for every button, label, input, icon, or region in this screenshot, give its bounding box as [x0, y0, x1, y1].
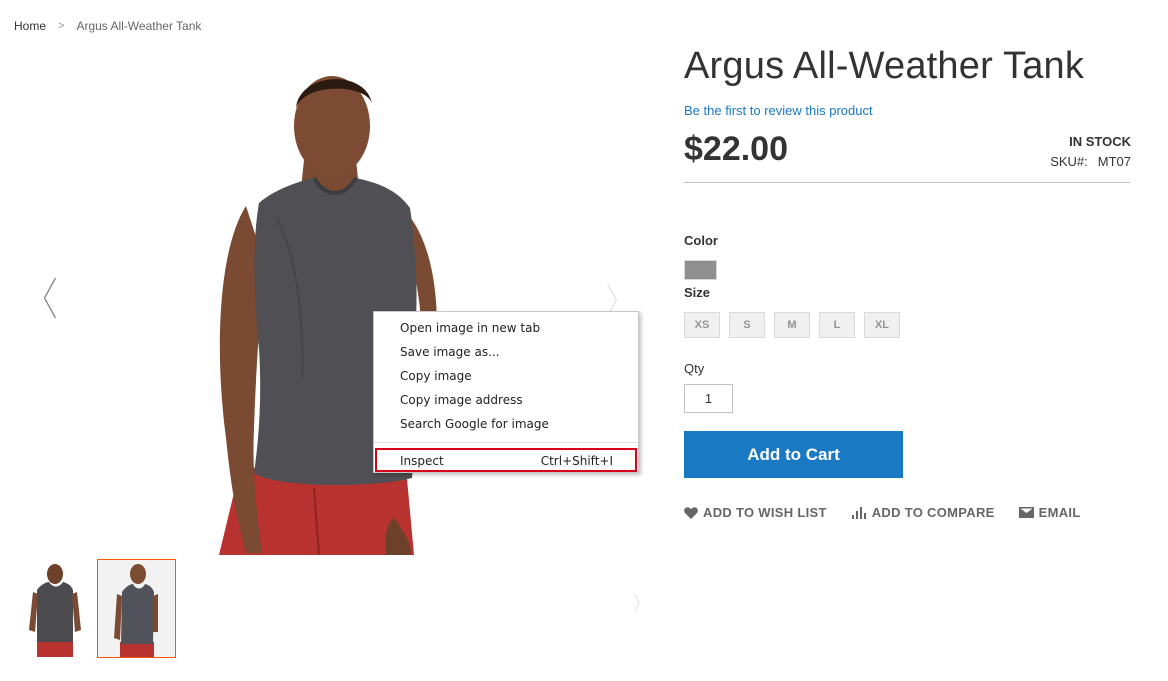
- size-option-m[interactable]: M: [774, 312, 810, 338]
- compare-label: ADD TO COMPARE: [871, 505, 995, 520]
- email-link[interactable]: EMAIL: [1018, 505, 1081, 520]
- thumbnail-1[interactable]: [14, 559, 93, 658]
- product-gallery: [14, 48, 654, 558]
- chevron-right-icon: [634, 594, 640, 612]
- thumbnail-2[interactable]: [97, 559, 176, 658]
- context-menu-item[interactable]: Search Google for image: [374, 412, 638, 436]
- context-menu-item[interactable]: Copy image address: [374, 388, 638, 412]
- size-option-l[interactable]: L: [819, 312, 855, 338]
- breadcrumb-home-link[interactable]: Home: [14, 19, 46, 33]
- product-main-image[interactable]: [14, 48, 654, 555]
- product-actions: ADD TO WISH LIST ADD TO COMPARE EMAIL: [684, 505, 1081, 520]
- context-menu-inspect[interactable]: Inspect Ctrl+Shift+I: [375, 448, 637, 472]
- wishlist-label: ADD TO WISH LIST: [703, 505, 827, 520]
- browser-context-menu: Open image in new tab Save image as... C…: [373, 311, 639, 473]
- model-in-tank-image[interactable]: [14, 48, 654, 555]
- context-menu-item-label: Save image as...: [400, 345, 500, 359]
- context-menu-inspect-shortcut: Ctrl+Shift+I: [540, 454, 613, 468]
- thumbnail-image: [98, 560, 175, 657]
- context-menu-item-label: Copy image address: [400, 393, 523, 407]
- thumbnail-image: [29, 564, 81, 657]
- qty-input[interactable]: 1: [684, 384, 733, 413]
- product-price: $22.00: [684, 130, 788, 168]
- heart-icon: [684, 506, 698, 519]
- stock-status: IN STOCK: [1069, 134, 1131, 149]
- context-menu-item-label: Open image in new tab: [400, 321, 541, 335]
- qty-label: Qty: [684, 361, 705, 376]
- context-menu-item[interactable]: Save image as...: [374, 340, 638, 364]
- context-menu-inspect-label: Inspect: [400, 454, 444, 468]
- bar-chart-icon: [851, 506, 866, 519]
- breadcrumb-separator: >: [58, 20, 65, 32]
- size-options: XS S M L XL: [684, 312, 900, 338]
- gallery-prev-button[interactable]: [43, 276, 56, 328]
- size-option-xl[interactable]: XL: [864, 312, 900, 338]
- email-label: EMAIL: [1038, 505, 1081, 520]
- breadcrumb: Home > Argus All-Weather Tank: [14, 19, 201, 33]
- review-link[interactable]: Be the first to review this product: [684, 103, 873, 118]
- add-to-cart-button[interactable]: Add to Cart: [684, 431, 903, 478]
- context-menu-separator: [374, 442, 638, 443]
- color-swatch-gray[interactable]: [684, 260, 717, 280]
- add-to-wishlist-link[interactable]: ADD TO WISH LIST: [684, 505, 827, 520]
- gallery-thumbnails: [14, 559, 176, 658]
- size-label: Size: [684, 285, 711, 300]
- divider: [684, 182, 1130, 183]
- product-sku: SKU#: MT07: [1050, 154, 1131, 169]
- add-to-compare-link[interactable]: ADD TO COMPARE: [851, 505, 995, 520]
- size-option-xs[interactable]: XS: [684, 312, 720, 338]
- context-menu-item-label: Search Google for image: [400, 417, 549, 431]
- context-menu-item-label: Copy image: [400, 369, 472, 383]
- page-title: Argus All-Weather Tank: [684, 45, 1085, 87]
- breadcrumb-current: Argus All-Weather Tank: [76, 19, 202, 33]
- size-option-s[interactable]: S: [729, 312, 765, 338]
- sku-value: MT07: [1097, 154, 1131, 169]
- chevron-left-icon: [43, 277, 56, 319]
- context-menu-item[interactable]: Open image in new tab: [374, 316, 638, 340]
- context-menu-item[interactable]: Copy image: [374, 364, 638, 388]
- envelope-icon: [1018, 507, 1034, 518]
- color-label: Color: [684, 233, 718, 248]
- sku-label: SKU#:: [1050, 154, 1088, 169]
- thumbnail-next-button[interactable]: [634, 590, 640, 618]
